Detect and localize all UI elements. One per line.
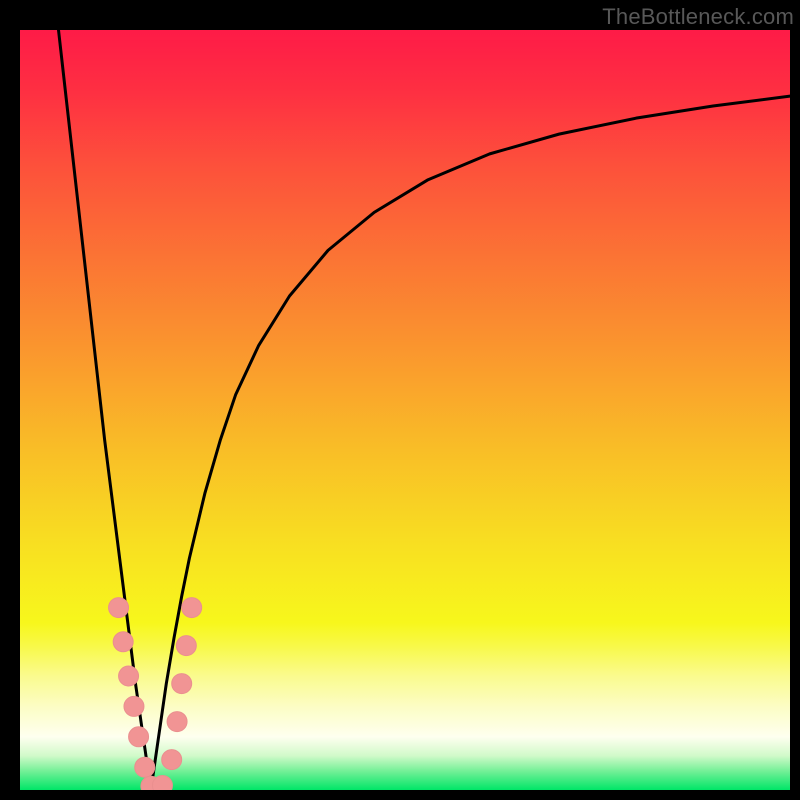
marker-point [135,757,155,777]
marker-point [182,598,202,618]
marker-point [109,598,129,618]
marker-point [129,727,149,747]
marker-point [167,712,187,732]
chart-container: TheBottleneck.com [0,0,800,800]
marker-point [162,750,182,770]
marker-point [113,632,133,652]
marker-point [119,666,139,686]
chart-svg [20,30,790,790]
marker-point [124,696,144,716]
watermark-text: TheBottleneck.com [602,4,794,30]
plot-area [20,30,790,790]
marker-point [172,674,192,694]
marker-point [152,775,172,790]
marker-point [176,636,196,656]
